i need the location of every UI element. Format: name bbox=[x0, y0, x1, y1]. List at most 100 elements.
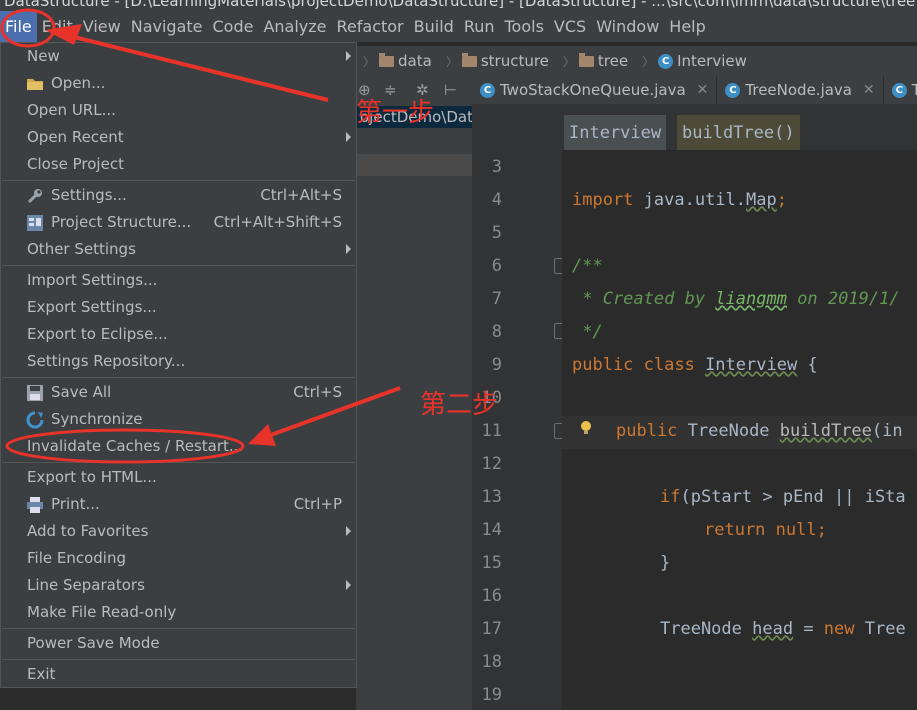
line-number: 12 bbox=[481, 454, 502, 474]
code-line-14: return null; bbox=[704, 520, 827, 540]
code-breadcrumbs: Interview buildTree() bbox=[472, 104, 917, 151]
menu-bar: File Edit View Navigate Code Analyze Ref… bbox=[0, 11, 917, 42]
line-number: 17 bbox=[481, 619, 502, 639]
menu-item-print[interactable]: Print... Ctrl+P bbox=[1, 491, 356, 518]
code-line-4: import java.util.Map; bbox=[572, 190, 787, 210]
menu-item-make-read-only[interactable]: Make File Read-only bbox=[1, 599, 356, 626]
tab-label: TwoStackOneQueue.java bbox=[500, 81, 686, 99]
menu-item-open[interactable]: Open... bbox=[1, 70, 356, 97]
menu-separator bbox=[2, 265, 355, 266]
nav-crumb-interview[interactable]: 〉 C Interview bbox=[635, 52, 754, 70]
tab-treenode[interactable]: C TreeNode.java ✕ bbox=[717, 76, 884, 104]
folder-icon bbox=[379, 52, 395, 67]
window-titlebar: DataStructure - [D:\LearningMaterials\pr… bbox=[0, 0, 917, 11]
menu-item-settings[interactable]: Settings... Ctrl+Alt+S bbox=[1, 182, 356, 209]
menu-window[interactable]: Window bbox=[591, 11, 664, 42]
folder-icon bbox=[461, 52, 477, 67]
tab-label: TreeNode.java bbox=[745, 81, 853, 99]
menu-edit[interactable]: Edit bbox=[37, 11, 78, 42]
class-icon: C bbox=[725, 82, 741, 98]
code-line-15: } bbox=[660, 553, 671, 573]
tab-label: T bbox=[911, 81, 917, 99]
menu-item-new[interactable]: New bbox=[1, 43, 356, 70]
menu-build[interactable]: Build bbox=[409, 11, 459, 42]
nav-crumb-label: tree bbox=[597, 52, 629, 70]
hide-panel-icon[interactable]: ⊢ bbox=[444, 81, 457, 99]
line-number: 18 bbox=[481, 652, 502, 672]
tab-twostackonequeue[interactable]: C TwoStackOneQueue.java ✕ bbox=[472, 76, 718, 104]
menu-item-file-encoding[interactable]: File Encoding bbox=[1, 545, 356, 572]
submenu-arrow-icon bbox=[346, 132, 351, 142]
menu-view[interactable]: View bbox=[78, 11, 126, 42]
line-number: 19 bbox=[481, 685, 502, 705]
menu-analyze[interactable]: Analyze bbox=[258, 11, 331, 42]
menu-tools[interactable]: Tools bbox=[500, 11, 549, 42]
menu-item-export-to-eclipse[interactable]: Export to Eclipse... bbox=[1, 321, 356, 348]
line-number: 3 bbox=[491, 157, 502, 177]
close-icon[interactable]: ✕ bbox=[697, 82, 709, 98]
menu-item-open-url[interactable]: Open URL... bbox=[1, 97, 356, 124]
menu-separator bbox=[2, 180, 355, 181]
editor-gutter: 3 4 5 6 7 8 9 10 11 12 13 14 15 16 17 18… bbox=[472, 150, 568, 710]
menu-refactor[interactable]: Refactor bbox=[332, 11, 409, 42]
editor-tabs: C TwoStackOneQueue.java ✕ C TreeNode.jav… bbox=[472, 76, 917, 104]
nav-crumb-structure[interactable]: 〉 structure bbox=[439, 52, 556, 70]
menu-item-exit[interactable]: Exit bbox=[1, 661, 356, 688]
menu-item-import-settings[interactable]: Import Settings... bbox=[1, 267, 356, 294]
code-line-6: /** bbox=[572, 256, 603, 276]
menu-item-save-all[interactable]: Save All Ctrl+S bbox=[1, 379, 356, 406]
project-tree-selection[interactable] bbox=[356, 154, 472, 176]
annotation-step-2: 第二步 bbox=[420, 390, 499, 420]
menu-item-open-recent[interactable]: Open Recent bbox=[1, 124, 356, 151]
menu-item-export-to-html[interactable]: Export to HTML... bbox=[1, 464, 356, 491]
line-number: 14 bbox=[481, 520, 502, 540]
submenu-arrow-icon bbox=[346, 244, 351, 254]
menu-vcs[interactable]: VCS bbox=[549, 11, 591, 42]
menu-item-project-structure[interactable]: Project Structure... Ctrl+Alt+Shift+S bbox=[1, 209, 356, 236]
menu-item-invalidate-caches[interactable]: Invalidate Caches / Restart... bbox=[1, 433, 356, 460]
menu-item-power-save-mode[interactable]: Power Save Mode bbox=[1, 630, 356, 657]
breadcrumb-method[interactable]: buildTree() bbox=[677, 115, 800, 151]
menu-navigate[interactable]: Navigate bbox=[126, 11, 208, 42]
project-structure-icon bbox=[27, 215, 43, 231]
nav-crumb-label: structure bbox=[480, 52, 549, 70]
code-line-8: */ bbox=[572, 322, 603, 342]
line-number: 11 bbox=[481, 421, 502, 441]
class-icon: C bbox=[658, 53, 674, 69]
close-icon[interactable]: ✕ bbox=[863, 82, 875, 98]
nav-crumb-label: Interview bbox=[677, 52, 747, 70]
breadcrumb-class[interactable]: Interview bbox=[564, 115, 667, 151]
menu-separator bbox=[2, 377, 355, 378]
menu-item-settings-repository[interactable]: Settings Repository... bbox=[1, 348, 356, 375]
menu-item-close-project[interactable]: Close Project bbox=[1, 151, 356, 178]
menu-item-line-separators[interactable]: Line Separators bbox=[1, 572, 356, 599]
menu-file[interactable]: File bbox=[0, 11, 37, 42]
line-number: 16 bbox=[481, 586, 502, 606]
line-number: 15 bbox=[481, 553, 502, 573]
folder-icon bbox=[27, 79, 43, 90]
menu-item-add-to-favorites[interactable]: Add to Favorites bbox=[1, 518, 356, 545]
chevron-right-icon: 〉 bbox=[363, 54, 376, 69]
nav-crumb-tree[interactable]: 〉 tree bbox=[556, 52, 635, 70]
line-number: 4 bbox=[491, 190, 502, 210]
menu-separator bbox=[2, 659, 355, 660]
nav-crumb-data[interactable]: 〉 data bbox=[356, 52, 439, 70]
menu-run[interactable]: Run bbox=[459, 11, 500, 42]
lightbulb-icon[interactable] bbox=[580, 420, 592, 436]
menu-help[interactable]: Help bbox=[664, 11, 710, 42]
print-icon bbox=[27, 497, 43, 513]
nav-crumb-label: data bbox=[398, 52, 432, 70]
code-line-17: TreeNode head = new Tree bbox=[660, 619, 906, 639]
line-number: 7 bbox=[491, 289, 502, 309]
menu-code[interactable]: Code bbox=[208, 11, 259, 42]
code-editor[interactable]: import java.util.Map; /** * Created by l… bbox=[562, 150, 917, 710]
code-line-11: public TreeNode buildTree(in bbox=[616, 421, 903, 441]
chevron-right-icon: 〉 bbox=[445, 54, 458, 69]
class-icon: C bbox=[891, 82, 907, 98]
menu-item-synchronize[interactable]: Synchronize bbox=[1, 406, 356, 433]
tab-partial[interactable]: C T bbox=[884, 76, 917, 104]
menu-item-other-settings[interactable]: Other Settings bbox=[1, 236, 356, 263]
chevron-right-icon: 〉 bbox=[642, 54, 655, 69]
menu-item-export-settings[interactable]: Export Settings... bbox=[1, 294, 356, 321]
sync-icon bbox=[26, 411, 44, 429]
